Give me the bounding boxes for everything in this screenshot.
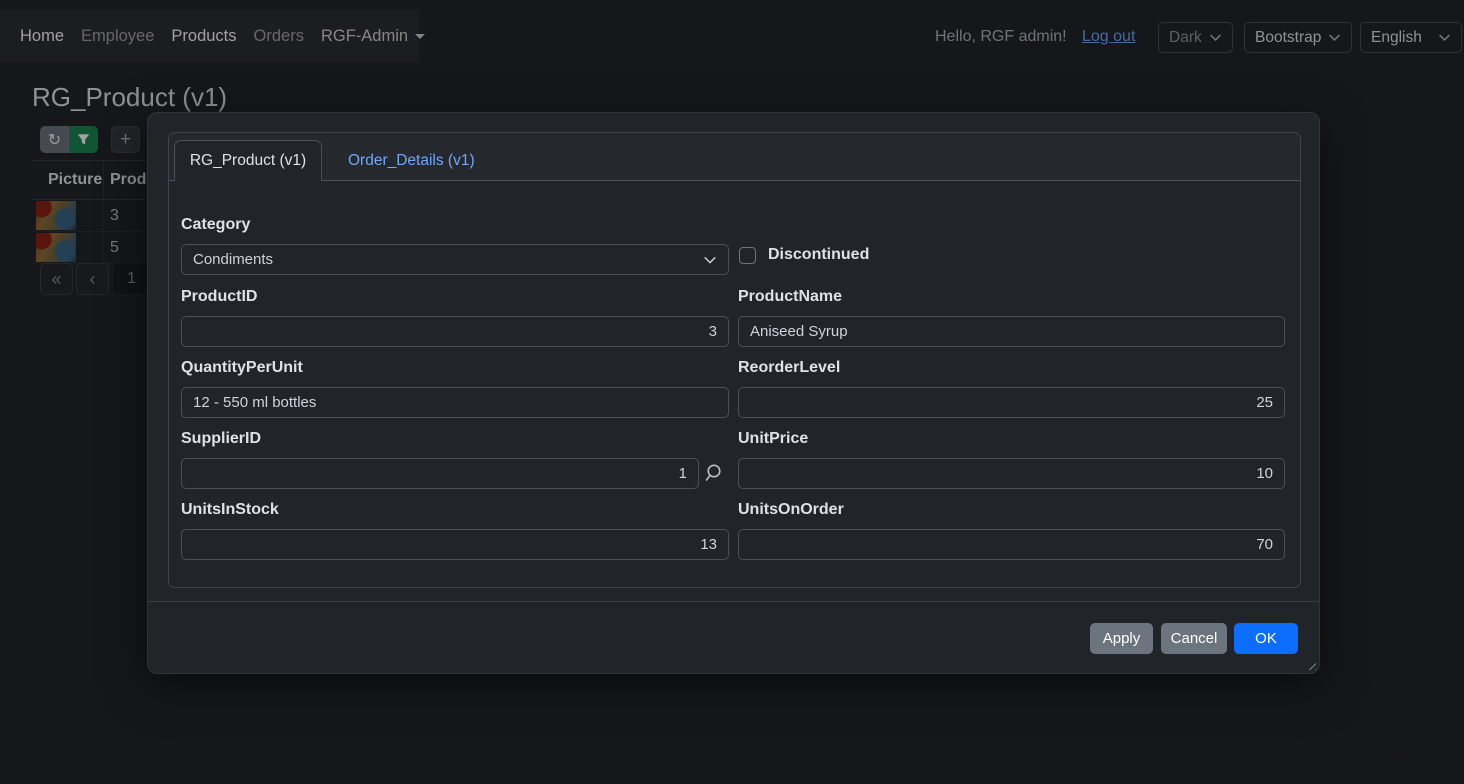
- reorder-level-field[interactable]: [738, 387, 1285, 418]
- discontinued-checkbox[interactable]: [739, 247, 756, 264]
- dialog-resize-handle[interactable]: [1305, 659, 1316, 670]
- category-select[interactable]: Condiments: [181, 244, 729, 275]
- tab-order-details[interactable]: Order_Details (v1): [322, 140, 501, 181]
- supplier-lookup-button[interactable]: [705, 463, 725, 483]
- search-icon: [705, 463, 725, 483]
- units-in-stock-field[interactable]: [181, 529, 729, 560]
- supplier-id-field[interactable]: [181, 458, 699, 489]
- apply-button[interactable]: Apply: [1090, 623, 1153, 654]
- category-select-value: Condiments: [193, 251, 273, 268]
- units-in-stock-label: UnitsInStock: [181, 501, 279, 519]
- product-id-label: ProductID: [181, 288, 257, 306]
- product-id-field[interactable]: [181, 316, 729, 347]
- cancel-button[interactable]: Cancel: [1161, 623, 1227, 654]
- product-name-label: ProductName: [738, 288, 842, 306]
- category-label: Category: [181, 216, 250, 234]
- units-on-order-field[interactable]: [738, 529, 1285, 560]
- quantity-per-unit-label: QuantityPerUnit: [181, 359, 303, 377]
- tab-rg-product[interactable]: RG_Product (v1): [174, 140, 322, 181]
- reorder-level-label: ReorderLevel: [738, 359, 840, 377]
- chevron-down-icon: [703, 253, 717, 267]
- footer-divider: [148, 601, 1319, 602]
- unit-price-label: UnitPrice: [738, 430, 808, 448]
- edit-record-dialog: RG_Product (v1) Order_Details (v1) Categ…: [147, 112, 1320, 674]
- discontinued-label: Discontinued: [768, 246, 869, 264]
- product-name-field[interactable]: [738, 316, 1285, 347]
- quantity-per-unit-field[interactable]: [181, 387, 729, 418]
- ok-button[interactable]: OK: [1234, 623, 1298, 654]
- units-on-order-label: UnitsOnOrder: [738, 501, 844, 519]
- supplier-id-label: SupplierID: [181, 430, 261, 448]
- dialog-tab-card: RG_Product (v1) Order_Details (v1): [168, 132, 1301, 588]
- unit-price-field[interactable]: [738, 458, 1285, 489]
